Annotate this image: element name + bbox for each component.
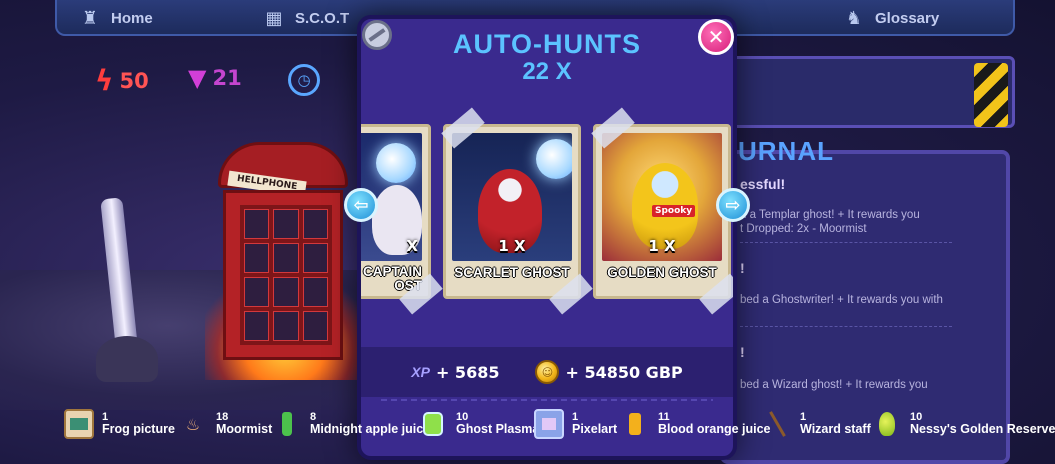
ghost-card[interactable]: 1 X SCARLET GHOST	[443, 124, 581, 299]
journal-separator	[740, 242, 952, 243]
hunt-count: 22 X	[522, 58, 572, 85]
card-name: GOLDEN GHOST	[607, 265, 717, 280]
journal-separator	[740, 326, 952, 327]
item-name: Moormist	[216, 422, 273, 437]
divider	[381, 399, 713, 401]
item-name: Frog picture	[102, 422, 175, 437]
close-button[interactable]: ✕	[698, 19, 734, 55]
card-art: 1 X	[452, 133, 572, 261]
prev-arrow-button[interactable]: ⇦	[344, 188, 378, 222]
card-name: SCARLET GHOST	[454, 265, 570, 280]
inventory-item[interactable]: ♨ 18 Moormist	[178, 406, 272, 442]
modal-title: AUTO-HUNTS	[453, 29, 641, 59]
arrow-left-icon: ⇦	[353, 194, 369, 216]
close-icon: ✕	[707, 25, 725, 49]
journal-heading: !	[740, 260, 745, 276]
booth-window	[240, 205, 332, 345]
xp-icon: XP	[411, 364, 430, 380]
nav-home[interactable]: ♜ Home	[79, 6, 153, 30]
journal-line: d a Templar ghost! + It rewards you	[740, 209, 920, 221]
nav-scot[interactable]: ▦ S.C.O.T	[263, 6, 349, 30]
hazard-stripes	[974, 63, 1008, 127]
frog-picture-icon	[64, 409, 94, 439]
nav-scot-label: S.C.O.T	[295, 9, 350, 27]
bottle-icon	[272, 409, 302, 439]
moon-icon	[536, 139, 572, 179]
eye-stat: ▼ 21	[188, 64, 242, 92]
nav-glossary[interactable]: ♞ Glossary	[843, 6, 939, 30]
golden-bottle-icon	[872, 409, 902, 439]
eye-value: 21	[212, 66, 242, 90]
juice-icon	[620, 409, 650, 439]
item-name: Ghost Plasma	[456, 422, 540, 437]
card-quantity: 1 X	[648, 237, 676, 255]
nav-glossary-label: Glossary	[875, 9, 940, 27]
staff-icon	[762, 409, 792, 439]
coin-icon: ☺	[535, 360, 560, 384]
item-name: Nessy's Golden Reserve	[910, 422, 1055, 437]
phone-booth[interactable]: HELLPHONE	[218, 142, 348, 362]
creature-icon: ♞	[845, 7, 863, 29]
xp-reward: XP + 5685	[411, 363, 499, 382]
rewards-bar: XP + 5685 ☺ + 54850 GBP	[361, 347, 733, 397]
clock-icon: ◷	[288, 64, 320, 96]
card-name-line1: CAPTAIN	[363, 264, 422, 279]
gbp-value: + 54850 GBP	[565, 362, 683, 382]
pixelart-icon	[534, 409, 564, 439]
item-name: Midnight apple juice	[310, 422, 431, 437]
plasma-jar-icon	[418, 409, 448, 439]
xp-value: + 5685	[435, 362, 500, 382]
arrow-right-icon: ⇨	[725, 194, 741, 216]
journal-line: t Dropped: 2x - Moormist	[740, 223, 867, 235]
inventory-item[interactable]: 1 Pixelart	[534, 406, 617, 442]
nav-home-label: Home	[111, 9, 153, 27]
inventory-item[interactable]: 10 Ghost Plasma	[418, 406, 539, 442]
eye-triangle-icon: ▼	[188, 64, 207, 92]
energy-value: 50	[119, 68, 149, 93]
journal-title: URNAL	[738, 136, 834, 166]
ghost-carousel: X CAPTAIN OST 1 X SCARLET GHOST Spooky 1…	[361, 107, 733, 315]
building-icon: ▦	[265, 7, 283, 29]
booth-body	[223, 190, 343, 360]
inventory-item[interactable]: 1 Wizard staff	[762, 406, 871, 442]
tower-icon: ♜	[81, 7, 99, 29]
lightning-icon: ϟ	[95, 64, 114, 97]
journal-line: essful!	[740, 176, 786, 192]
inventory-item[interactable]: 1 Frog picture	[64, 406, 175, 442]
card-quantity: 1 X	[498, 237, 526, 255]
moormist-icon: ♨	[185, 414, 201, 434]
journal-line: bed a Wizard ghost! + It rewards you	[740, 379, 928, 391]
item-name: Pixelart	[572, 422, 618, 437]
gbp-reward: ☺ + 54850 GBP	[535, 360, 683, 384]
moon-icon	[376, 143, 416, 183]
inventory-item[interactable]: 11 Blood orange juice	[620, 406, 771, 442]
energy-stat: ϟ 50	[95, 64, 149, 97]
auto-hunts-modal: AUTO-HUNTS 22 X X CAPTAIN OST 1 X SCARLE…	[357, 15, 737, 460]
next-arrow-button[interactable]: ⇨	[716, 188, 750, 222]
ghost-card[interactable]: Spooky 1 X GOLDEN GHOST	[593, 124, 731, 299]
lamp-base	[96, 336, 158, 382]
item-name: Blood orange juice	[658, 422, 771, 437]
card-quantity: X	[406, 237, 418, 255]
gear-icon	[362, 20, 392, 50]
card-art: Spooky 1 X	[602, 133, 722, 261]
journal-heading: !	[740, 344, 745, 360]
inventory-item[interactable]: 8 Midnight apple juice	[272, 406, 430, 442]
timer-stat[interactable]: ◷	[288, 64, 320, 96]
spooky-tag: Spooky	[652, 205, 696, 217]
inventory-item[interactable]: 10 Nessy's Golden Reserve	[872, 406, 1055, 442]
journal-header-panel	[725, 56, 1015, 128]
item-name: Wizard staff	[800, 422, 871, 437]
journal-line: bed a Ghostwriter! + It rewards you with	[740, 294, 943, 306]
